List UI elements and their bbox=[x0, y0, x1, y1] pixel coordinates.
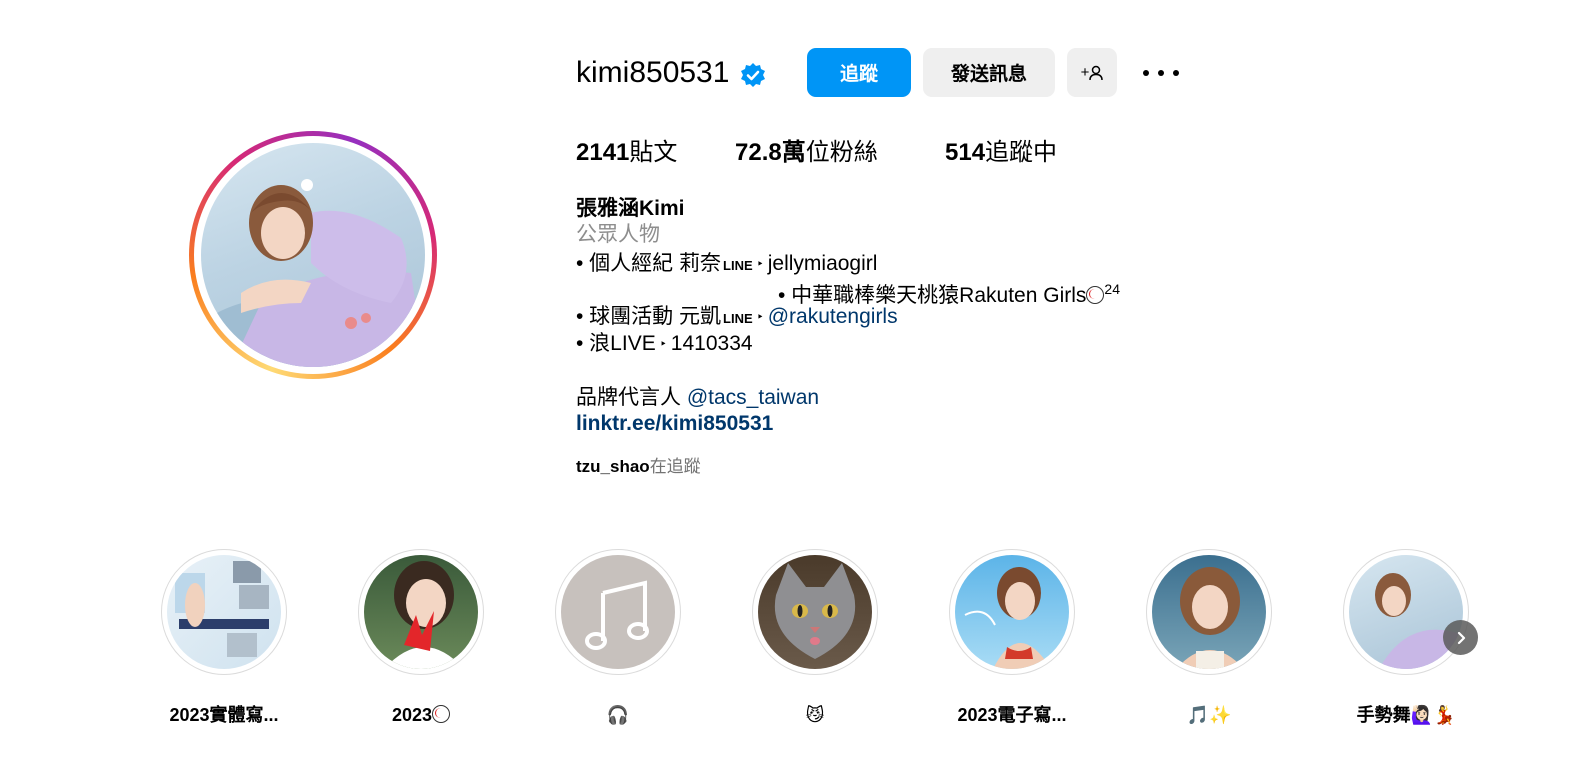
bio-line-agent: • 個人經紀 莉奈 LINE ‣ jellymiaogirl bbox=[576, 250, 877, 279]
line-app-label: LINE bbox=[723, 258, 753, 273]
posts-stat: 2141貼文 bbox=[576, 137, 677, 169]
highlight-label: 😼 bbox=[805, 705, 825, 725]
chevron-right-icon bbox=[1457, 631, 1465, 644]
highlight-cover bbox=[1152, 555, 1266, 669]
followed-by-user: tzu_shao bbox=[576, 457, 650, 476]
profile-avatar[interactable] bbox=[189, 131, 437, 379]
highlight-item[interactable]: 2023電子寫... bbox=[949, 549, 1075, 725]
baseball-icon bbox=[1086, 286, 1105, 304]
music-note-icon bbox=[585, 580, 649, 650]
posts-label: 貼文 bbox=[629, 139, 678, 166]
send-message-button[interactable]: 發送訊息 bbox=[923, 48, 1055, 97]
baseball-icon bbox=[432, 705, 451, 723]
line-app-label: LINE bbox=[723, 311, 753, 326]
highlight-label: 2023 bbox=[341, 703, 501, 727]
bio-live-text: • 浪LIVE bbox=[576, 332, 656, 355]
bio-brand-text: 品牌代言人 bbox=[576, 386, 681, 409]
bio-live-id: 1410334 bbox=[670, 332, 753, 355]
highlight-cover bbox=[561, 555, 675, 669]
bio-superscript: 24 bbox=[1104, 281, 1120, 297]
highlight-item[interactable]: 😼 bbox=[752, 549, 878, 725]
highlight-label: 🎵✨ bbox=[1186, 705, 1232, 725]
highlight-label: 手勢舞🙋🏻‍♀️💃 bbox=[1356, 705, 1456, 725]
follow-button[interactable]: 追蹤 bbox=[807, 48, 911, 97]
profile-external-link[interactable]: linktr.ee/kimi850531 bbox=[576, 410, 773, 437]
add-user-button[interactable]: + bbox=[1067, 48, 1117, 97]
bio-brand-line: 品牌代言人 @tacs_taiwan bbox=[576, 384, 819, 411]
bio-agent-text: • 個人經紀 莉奈 bbox=[576, 252, 722, 275]
highlight-cover bbox=[955, 555, 1069, 669]
arrow-icon: ‣ bbox=[659, 337, 667, 351]
rakutengirls-link[interactable]: @rakutengirls bbox=[768, 305, 898, 328]
bio-events-text: • 球團活動 元凱 bbox=[576, 305, 722, 328]
arrow-icon: ‣ bbox=[756, 257, 764, 271]
more-options-icon[interactable] bbox=[1143, 61, 1179, 85]
followers-count: 72.8萬 bbox=[735, 139, 806, 166]
tacs-taiwan-link[interactable]: @tacs_taiwan bbox=[687, 386, 819, 409]
highlight-label-text: 2023 bbox=[391, 705, 433, 725]
followed-by-suffix: 在追蹤 bbox=[649, 457, 701, 476]
verified-badge-icon bbox=[741, 63, 765, 87]
highlight-cover bbox=[167, 555, 281, 669]
person-icon bbox=[1089, 65, 1104, 80]
highlight-item[interactable]: 手勢舞🙋🏻‍♀️💃 bbox=[1343, 549, 1469, 725]
add-user-label: + bbox=[1080, 64, 1090, 81]
highlight-item[interactable]: 2023 bbox=[358, 549, 484, 725]
posts-count: 2141 bbox=[576, 139, 630, 166]
profile-category: 公眾人物 bbox=[576, 223, 660, 246]
highlight-cover bbox=[758, 555, 872, 669]
arrow-icon: ‣ bbox=[756, 310, 764, 324]
avatar-photo bbox=[201, 143, 425, 367]
highlight-item[interactable]: 🎧 bbox=[555, 549, 681, 725]
followed-by[interactable]: tzu_shao在追蹤 bbox=[576, 455, 701, 479]
bio-line-live: • 浪LIVE ‣ 1410334 bbox=[576, 330, 753, 358]
profile-username: kimi850531 bbox=[576, 56, 730, 89]
bio-line-events: • 球團活動 元凱 LINE ‣ @rakutengirls bbox=[576, 303, 898, 332]
highlight-label: 2023實體寫... bbox=[169, 705, 279, 725]
display-name: 張雅涵Kimi bbox=[576, 197, 685, 220]
highlight-label: 2023電子寫... bbox=[957, 705, 1067, 725]
followers-stat[interactable]: 72.8萬位粉絲 bbox=[735, 137, 878, 169]
following-label: 追蹤中 bbox=[985, 139, 1058, 166]
highlight-cover bbox=[1349, 555, 1463, 669]
highlight-item[interactable]: 2023實體寫... bbox=[161, 549, 287, 725]
following-stat[interactable]: 514追蹤中 bbox=[945, 137, 1057, 169]
following-count: 514 bbox=[945, 139, 986, 166]
followers-label: 位粉絲 bbox=[805, 139, 878, 166]
cat-photo bbox=[774, 563, 856, 659]
next-highlights-button[interactable] bbox=[1443, 620, 1478, 655]
highlight-item[interactable]: 🎵✨ bbox=[1146, 549, 1272, 725]
highlight-label: 🎧 bbox=[606, 705, 630, 725]
highlight-cover bbox=[364, 555, 478, 669]
bio-line-id: jellymiaogirl bbox=[767, 252, 878, 275]
